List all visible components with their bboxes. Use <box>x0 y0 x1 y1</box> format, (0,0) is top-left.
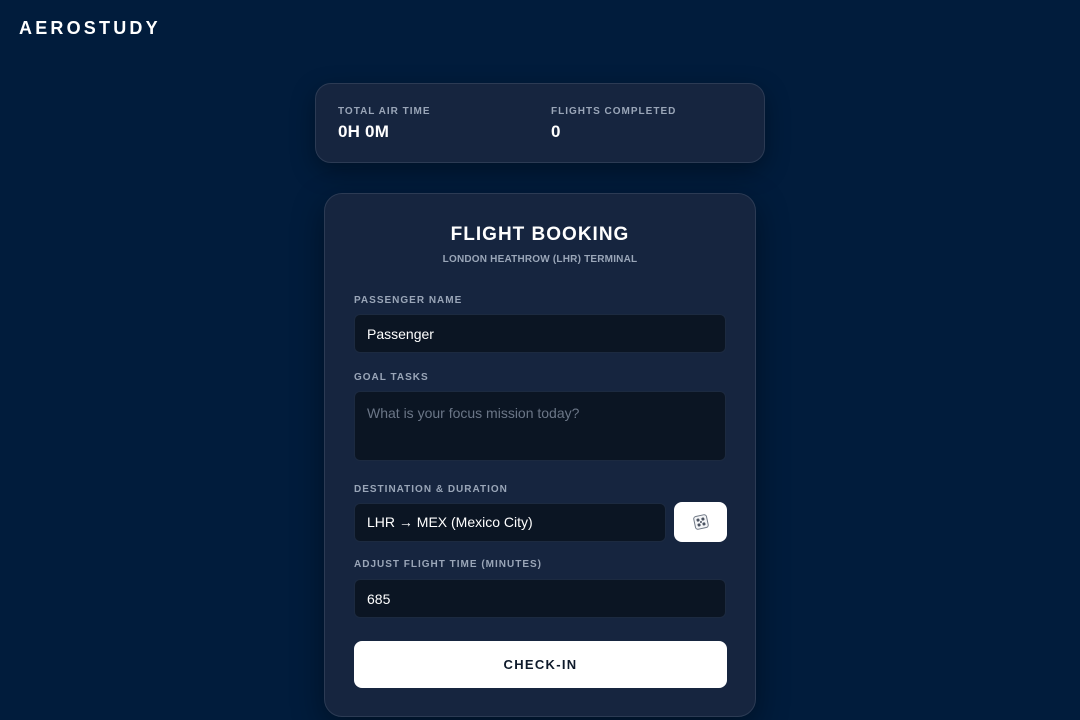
goal-tasks-textarea[interactable] <box>354 391 726 461</box>
flights-completed-stat: FLIGHTS COMPLETED 0 <box>551 106 676 142</box>
flights-completed-label: FLIGHTS COMPLETED <box>551 106 677 117</box>
brand-logo: AEROSTUDY <box>19 18 161 38</box>
total-air-time-value: 0H 0M <box>338 122 390 141</box>
booking-subtitle: LONDON HEATHROW (LHR) TERMINAL <box>442 254 638 265</box>
destination-label: DESTINATION & DURATION <box>354 484 508 495</box>
total-air-time-stat: TOTAL AIR TIME 0H 0M <box>338 106 431 142</box>
random-destination-button[interactable] <box>674 502 727 542</box>
total-air-time-label: TOTAL AIR TIME <box>338 106 431 117</box>
booking-title: FLIGHT BOOKING <box>450 224 630 245</box>
check-in-button[interactable]: CHECK-IN <box>354 641 727 688</box>
passenger-name-label: PASSENGER NAME <box>354 295 463 306</box>
passenger-name-input[interactable] <box>354 314 726 353</box>
stats-card: TOTAL AIR TIME 0H 0M FLIGHTS COMPLETED 0 <box>315 83 765 163</box>
goal-tasks-label: GOAL TASKS <box>354 372 429 383</box>
flight-time-input[interactable] <box>354 579 726 618</box>
flight-time-label: ADJUST FLIGHT TIME (MINUTES) <box>354 559 542 570</box>
dice-icon <box>692 513 709 531</box>
flight-booking-card: FLIGHT BOOKING LONDON HEATHROW (LHR) TER… <box>324 193 756 717</box>
destination-select[interactable]: LHR → MEX (Mexico City) <box>354 503 666 542</box>
flights-completed-value: 0 <box>551 122 561 141</box>
